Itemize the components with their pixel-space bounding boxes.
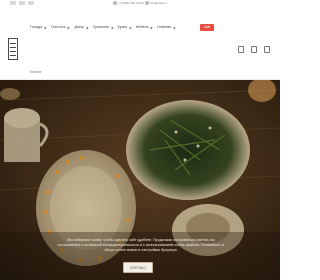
social-link[interactable] — [10, 1, 16, 5]
header-icons — [238, 46, 270, 53]
nav-item-storage[interactable]: Хранение — [93, 25, 118, 30]
nav-item-textile[interactable]: Текстиль — [51, 25, 75, 30]
user-icon[interactable] — [251, 46, 257, 53]
social-link[interactable] — [19, 1, 25, 5]
phone-number[interactable]: +7 (000) 000-00-00 — [118, 1, 144, 5]
nav-item-decor[interactable]: Декор — [74, 25, 93, 30]
social-link[interactable] — [28, 1, 34, 5]
cookie-text: Мы собираем cookie, чтобы сделать сайт у… — [57, 238, 225, 253]
nav-item-new[interactable]: Новинки — [157, 25, 180, 30]
search-icon[interactable] — [238, 46, 244, 53]
nav-item-dishes[interactable]: Посуда — [30, 25, 51, 30]
nav-item-sale[interactable]: Sale — [200, 24, 214, 31]
site-header: Посуда Текстиль Декор Хранение Кухня Меб… — [0, 8, 280, 80]
main-nav: Посуда Текстиль Декор Хранение Кухня Меб… — [30, 25, 180, 30]
email-link[interactable]: info@mail.ru — [150, 1, 167, 5]
catalog-link[interactable]: Каталог — [30, 70, 42, 74]
social-links — [10, 1, 34, 5]
top-utility-bar: +7 (000) 000-00-00 info@mail.ru — [0, 0, 280, 8]
mail-icon — [145, 1, 149, 5]
logo[interactable] — [8, 38, 18, 60]
cookie-accept-button[interactable]: ХОРОШО — [123, 262, 153, 273]
nav-item-kitchen[interactable]: Кухня — [118, 25, 136, 30]
phone-icon — [113, 1, 117, 5]
cookie-banner: Мы собираем cookie, чтобы сделать сайт у… — [0, 232, 280, 280]
nav-item-furniture[interactable]: Мебель — [136, 25, 157, 30]
cart-icon[interactable] — [264, 46, 270, 53]
